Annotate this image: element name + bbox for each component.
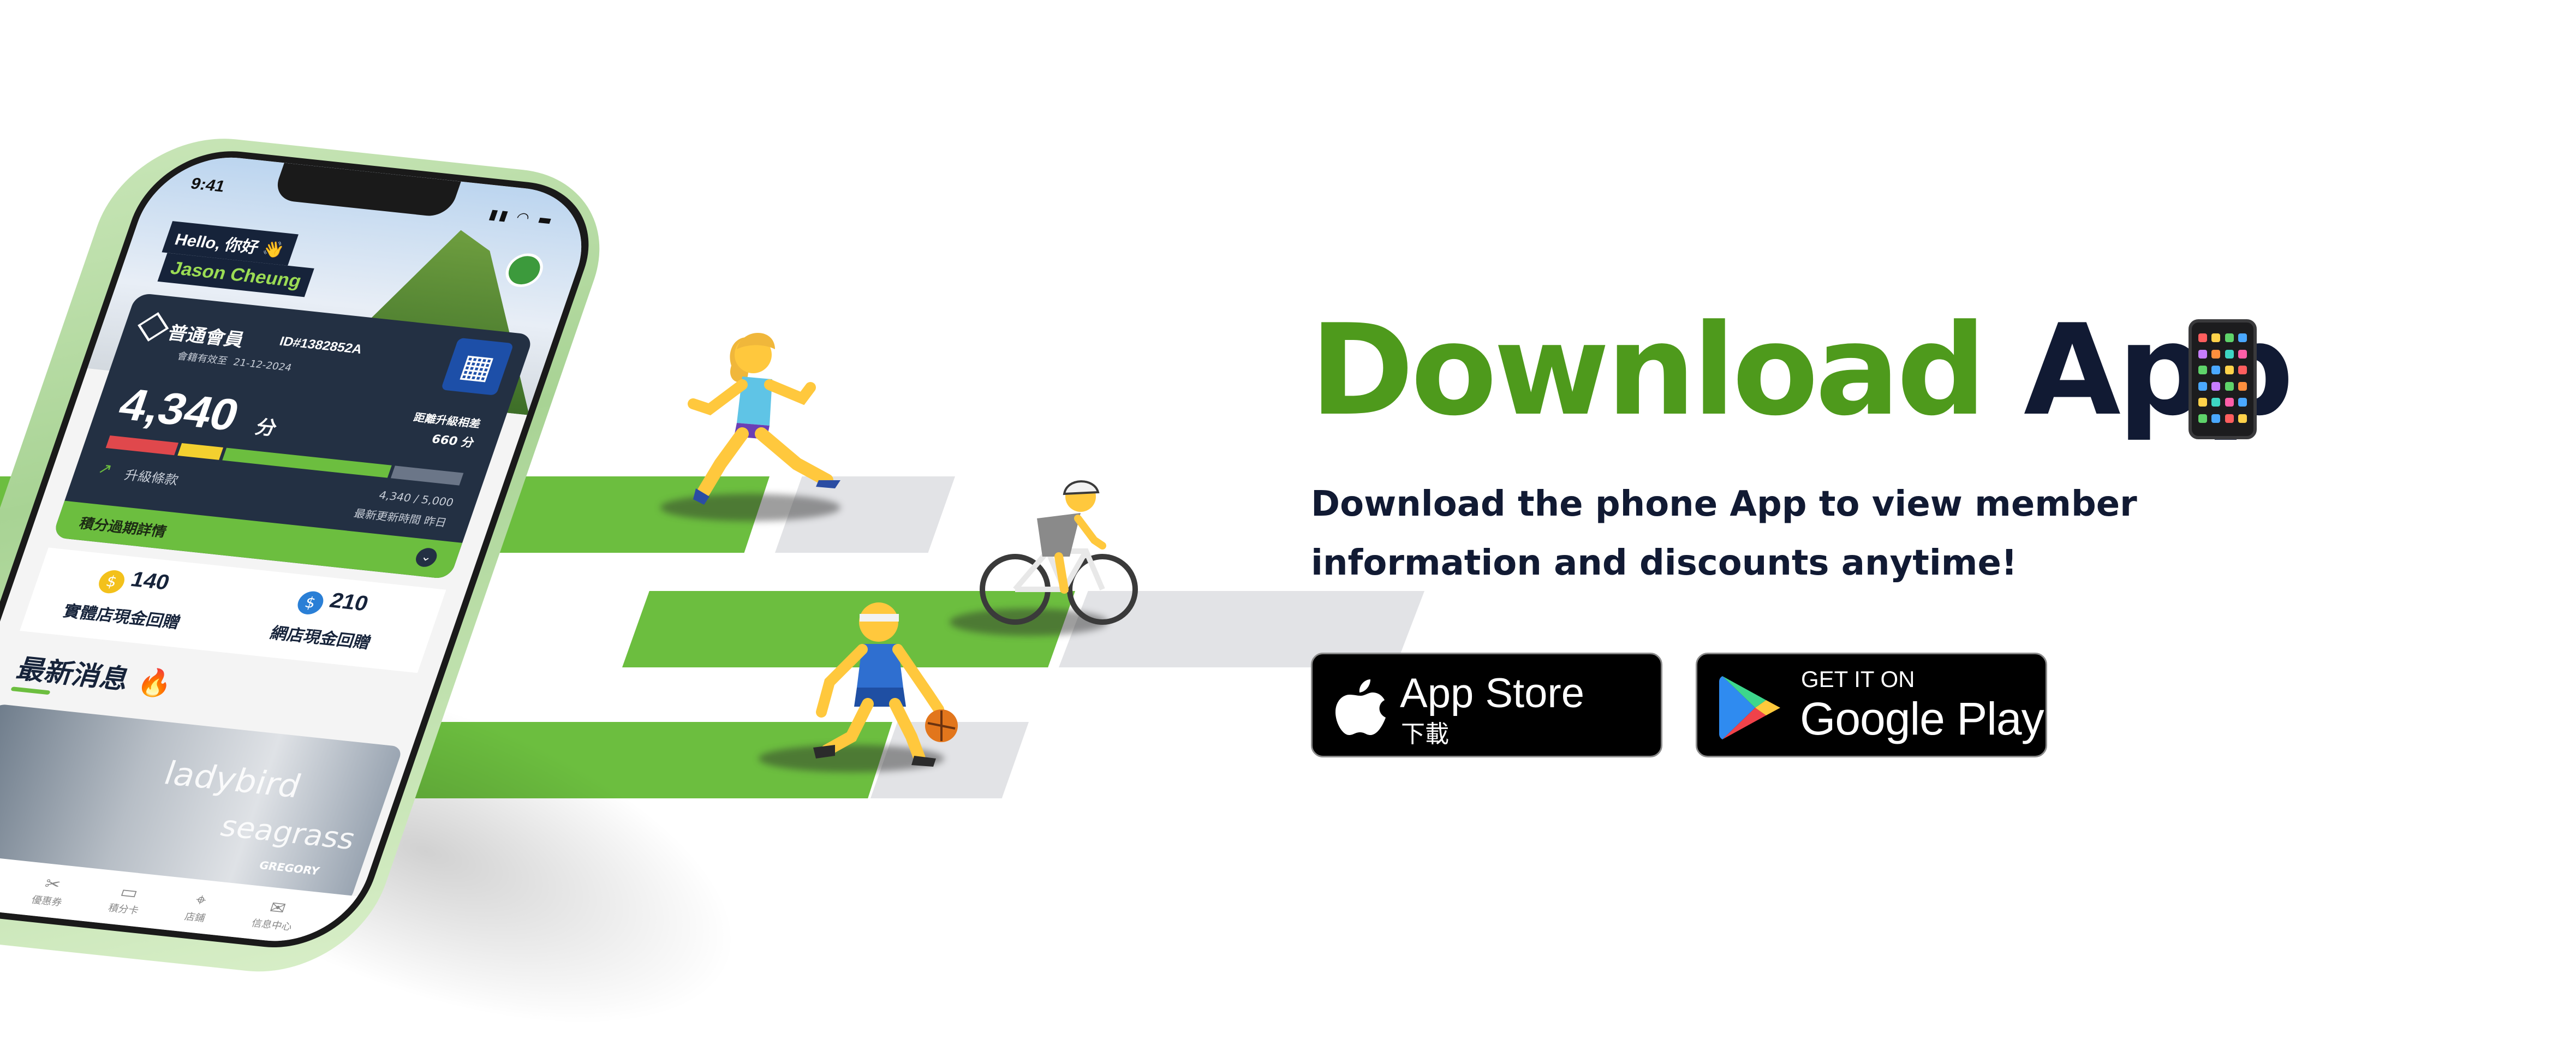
progress-segment [105,435,179,456]
tab-messages[interactable]: ✉ 信息中心 [250,896,301,934]
progress-segment [390,465,464,486]
mobile-phone-icon [2189,319,2257,439]
tab-label: 積分卡 [106,902,140,917]
chevron-down-icon: ⌄ [413,547,440,568]
google-play-button[interactable]: GET IT ON Google Play [1696,653,2047,757]
page-title: Download App [1310,308,2294,434]
qr-code-icon[interactable]: ▦ [440,337,514,396]
online-cash-rebate[interactable]: $210 網店現金回贈 [224,579,432,658]
upgrade-terms-link[interactable]: 升級條款 [122,464,182,488]
runner-icon [688,333,840,505]
member-level: 普通會員 [164,322,247,351]
google-play-label: Google Play [1800,693,2044,744]
expiry-label: 會籍有效至 [175,350,229,367]
cyclist-icon [980,480,1138,625]
upgrade-distance-label: 距離升級相差 [412,410,483,431]
app-store-sublabel: 下載 [1401,720,1449,748]
tab-label: 信息中心 [250,917,294,933]
trend-up-icon: ↗ [96,459,115,478]
title-word-download: Download [1310,298,1987,444]
card-icon: ▭ [117,881,141,903]
store-cash-rebate[interactable]: $140 實體店現金回贈 [25,558,232,636]
tab-points-card[interactable]: ▭ 積分卡 [106,881,148,917]
last-updated: 最新更新時間 昨日 [352,506,449,529]
news-brand-gregory: GREGORY [257,858,321,877]
coin-icon: $ [95,569,128,594]
member-expiry: 會籍有效至 21-12-2024 [175,349,294,374]
coupon-icon: ✂ [41,873,64,895]
member-id: ID#1382852A [277,334,365,357]
news-brand-ladybird: ladybird [159,755,306,805]
app-store-button[interactable]: App Store 下載 [1311,653,1662,757]
basketball-player-icon [813,602,958,767]
progress-segment [177,443,224,460]
tab-label: 優惠券 [29,894,64,909]
tab-label: 店鋪 [183,911,207,924]
mail-icon: ✉ [267,897,289,919]
google-play-icon [1719,676,1780,739]
store-cash-amount: 140 [128,568,173,595]
google-play-sublabel: GET IT ON [1801,666,1915,692]
app-store-label: App Store [1400,670,1584,716]
location-icon: ⌖ [193,889,210,910]
dollar-icon: $ [294,589,327,616]
online-cash-amount: 210 [326,588,372,616]
subtitle: Download the phone App to view member in… [1311,484,2137,583]
status-time: 9:41 [188,175,228,196]
upgrade-distance-points: 660 分 [430,432,476,450]
tab-stores[interactable]: ⌖ 店鋪 [183,888,214,924]
brand-logo-icon [138,312,169,342]
progress-segment [222,447,392,478]
news-brand-seagrass: seagrass [216,809,360,856]
expiry-date: 21-12-2024 [231,356,294,374]
points-expiry-label: 積分過期詳情 [77,515,169,541]
tab-coupons[interactable]: ✂ 優惠券 [29,873,71,909]
points-value: 4,340 [112,379,246,440]
download-app-banner: 9:41 ▮▮ ◠ ▬ Hello, 你好 👋 Jason Cheung 普通會… [0,0,2576,1063]
points-progress-text: 4,340 / 5,000 [377,488,456,509]
apple-icon [1335,679,1386,735]
membership-card[interactable]: 普通會員 ID#1382852A 會籍有效至 21-12-2024 ▦ 4,34… [52,292,534,580]
points-unit: 分 [252,416,280,440]
